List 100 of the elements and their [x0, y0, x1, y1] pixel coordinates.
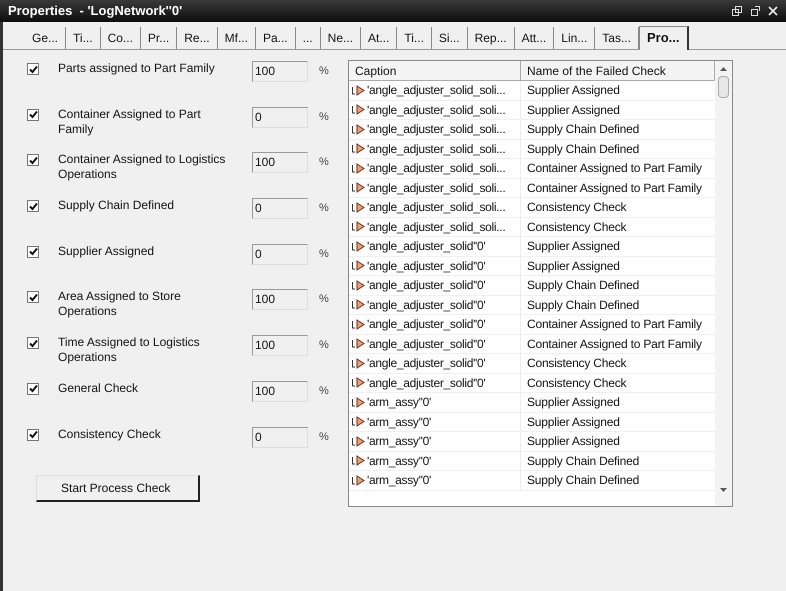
link-part-icon — [352, 124, 365, 135]
tab[interactable]: Pr... — [140, 27, 178, 49]
link-part-icon — [352, 396, 365, 408]
tab[interactable]: Re... — [177, 27, 218, 49]
percent-field[interactable]: 100 — [252, 335, 308, 356]
tab[interactable]: Pa... — [256, 27, 296, 49]
tab[interactable]: Co... — [100, 27, 141, 49]
close-icon[interactable] — [768, 6, 778, 16]
table-cell-text: Supply Chain Defined — [526, 140, 640, 158]
check-label: Parts assigned to Part Family — [58, 61, 216, 76]
percent-field[interactable]: 0 — [252, 106, 308, 128]
percent-field[interactable]: 100 — [252, 61, 308, 82]
checkbox[interactable] — [27, 428, 39, 440]
table-cell-text: 'angle_adjuster_solid_soli... — [367, 140, 506, 158]
table-cell-text: 'angle_adjuster_solid''0' — [367, 238, 486, 256]
checkbox[interactable] — [27, 63, 39, 75]
tab[interactable]: Ti... — [397, 27, 432, 49]
percent-unit: % — [319, 338, 329, 354]
link-part-icon — [352, 260, 365, 272]
check-label: Supplier Assigned — [58, 244, 156, 259]
table-cell-text: 'angle_adjuster_solid_soli... — [367, 121, 506, 138]
table-cell-text: Container Assigned to Part Family — [526, 180, 703, 197]
check-label: General Check — [58, 380, 140, 396]
table-cell-text: Consistency Check — [526, 355, 628, 372]
percent-field[interactable]: 0 — [252, 244, 308, 265]
start-process-check-button[interactable]: Start Process Check — [36, 475, 200, 502]
table-cell-text: 'arm_assy''0' — [367, 414, 431, 431]
table-cell-text: Consistency Check — [526, 218, 628, 236]
checkbox[interactable] — [27, 337, 39, 350]
tab[interactable]: Si... — [432, 27, 468, 49]
check-label: Container Assigned to Part Family — [58, 106, 202, 137]
tab[interactable]: ... — [296, 27, 321, 49]
tab[interactable]: Pro... — [638, 26, 688, 50]
percent-field[interactable]: 0 — [252, 426, 308, 448]
checkbox[interactable] — [27, 200, 39, 212]
table-cell-text: 'angle_adjuster_solid_soli... — [367, 160, 506, 178]
tab[interactable]: Rep... — [468, 27, 515, 49]
table-cell-text: 'angle_adjuster_solid_soli... — [367, 102, 506, 119]
link-part-icon — [352, 143, 365, 154]
tab[interactable]: At... — [361, 27, 398, 49]
link-part-icon — [352, 202, 365, 213]
checkbox[interactable] — [27, 108, 39, 121]
table-cell-text: Container Assigned to Part Family — [526, 336, 703, 353]
tab[interactable]: Lin... — [554, 27, 596, 49]
checkbox[interactable] — [27, 154, 39, 166]
percent-field[interactable]: 0 — [252, 198, 308, 220]
table-cell-text: 'angle_adjuster_solid_soli... — [367, 82, 506, 100]
table-cell-text: Supply Chain Defined — [526, 472, 640, 490]
table-cell-text: 'angle_adjuster_solid_soli... — [367, 180, 506, 197]
table-cell-text: Supply Chain Defined — [526, 121, 640, 138]
link-part-icon — [352, 104, 365, 116]
tab[interactable]: Ti... — [66, 27, 101, 49]
float-window-icon[interactable] — [732, 6, 742, 16]
checkbox[interactable] — [27, 382, 39, 395]
link-part-icon — [352, 455, 365, 466]
table-cell-text: 'angle_adjuster_solid''0' — [367, 336, 486, 353]
scroll-up-icon[interactable] — [720, 67, 727, 71]
table-cell-text: Supply Chain Defined — [526, 296, 640, 314]
link-part-icon — [352, 280, 365, 291]
link-part-icon — [352, 182, 365, 194]
checkbox[interactable] — [27, 291, 39, 304]
tab[interactable]: Mf... — [218, 27, 256, 49]
table-cell-text: 'arm_assy''0' — [367, 452, 431, 470]
table-cell-text: Supplier Assigned — [526, 238, 621, 256]
link-part-icon — [352, 221, 365, 232]
scroll-down-icon[interactable] — [720, 488, 727, 492]
table-cell-text: Supplier Assigned — [526, 433, 621, 450]
table-cell-text: 'angle_adjuster_solid''0' — [367, 374, 486, 392]
table-cell-text: Supplier Assigned — [526, 82, 621, 100]
percent-field[interactable]: 100 — [252, 289, 308, 310]
percent-field[interactable]: 100 — [252, 380, 308, 402]
table-cell-text: 'angle_adjuster_solid''0' — [367, 258, 486, 275]
tab[interactable]: Ge... — [25, 27, 66, 49]
percent-field[interactable]: 100 — [252, 152, 308, 174]
check-label: Consistency Check — [58, 426, 162, 442]
scrollbar[interactable] — [715, 61, 732, 506]
table-cell-text: 'angle_adjuster_solid''0' — [367, 277, 486, 294]
percent-unit: % — [319, 384, 329, 399]
link-part-icon — [352, 358, 365, 369]
table-cell-text: Container Assigned to Part Family — [526, 160, 703, 178]
checkbox[interactable] — [27, 246, 39, 258]
percent-unit: % — [319, 430, 329, 444]
table-cell-text: Container Assigned to Part Family — [526, 316, 703, 334]
scroll-thumb[interactable] — [718, 76, 729, 98]
table-cell-text: Consistency Check — [526, 374, 628, 392]
link-part-icon — [352, 474, 365, 486]
link-part-icon — [352, 84, 365, 96]
column-header[interactable]: Caption — [349, 61, 521, 80]
link-part-icon — [352, 338, 365, 350]
link-part-icon — [352, 416, 365, 428]
link-part-icon — [352, 240, 365, 252]
table-cell-text: 'angle_adjuster_solid''0' — [367, 316, 486, 334]
percent-unit: % — [319, 64, 329, 79]
window-title: Properties - 'LogNetwork''0' — [8, 2, 182, 20]
tab[interactable]: Att... — [514, 27, 554, 49]
table-cell-text: 'angle_adjuster_solid_soli... — [367, 199, 506, 216]
table-cell-text: 'angle_adjuster_solid''0' — [367, 355, 486, 372]
tab[interactable]: Ne... — [320, 27, 361, 49]
table-cell-text: Supply Chain Defined — [526, 277, 640, 294]
table-cell-text: Supplier Assigned — [526, 414, 621, 431]
